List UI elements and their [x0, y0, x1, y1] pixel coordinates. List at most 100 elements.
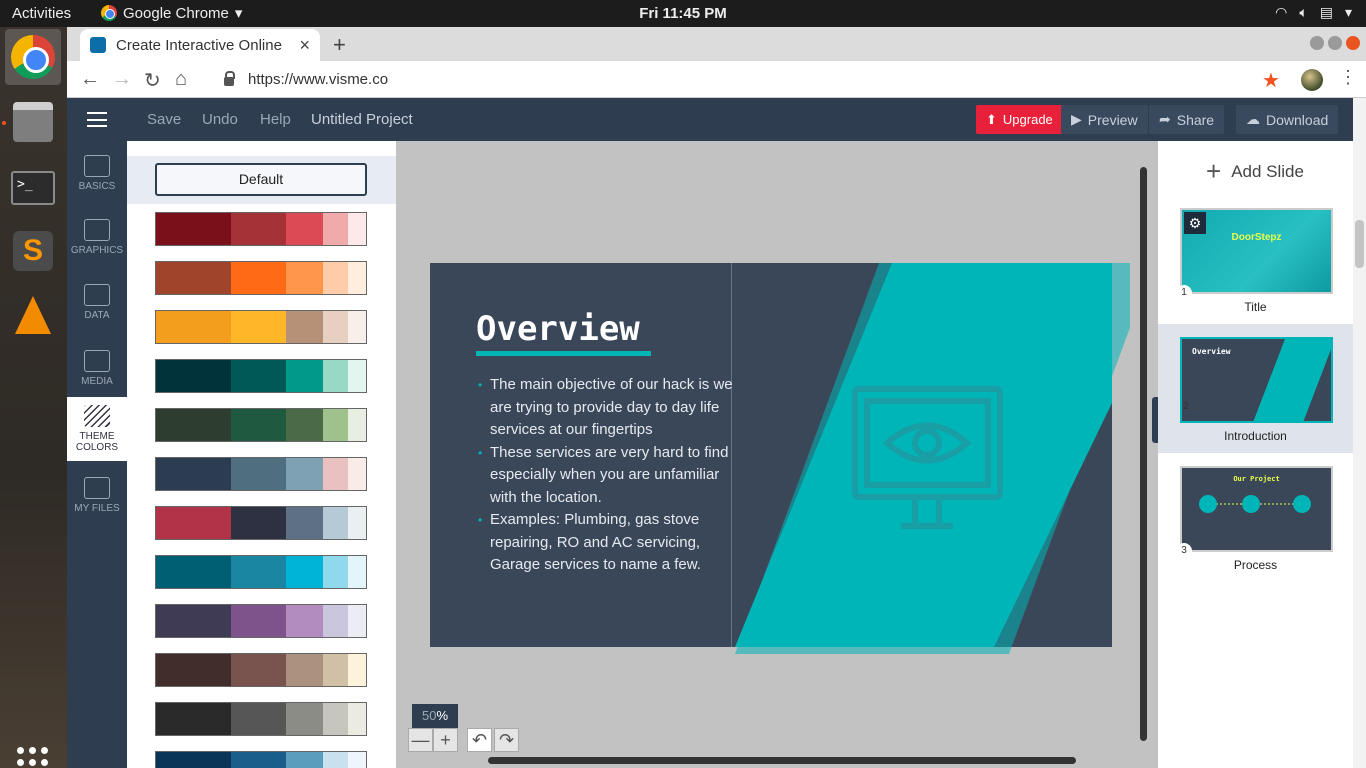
palette-row[interactable]: [155, 359, 367, 393]
color-swatch: [323, 507, 349, 539]
color-swatch: [348, 654, 366, 686]
color-swatch: [323, 556, 349, 588]
system-tray[interactable]: ◠ 🔈︎ ▤ ▾: [1275, 4, 1352, 21]
palette-row[interactable]: [155, 408, 367, 442]
chrome-menu-icon[interactable]: ⋮: [1339, 67, 1357, 88]
palette-row[interactable]: [155, 702, 367, 736]
color-swatch: [348, 507, 366, 539]
clock[interactable]: Fri 11:45 PM: [0, 5, 1366, 22]
help-button[interactable]: Help: [260, 111, 291, 128]
scrollbar-thumb[interactable]: [1355, 220, 1364, 268]
nav-media[interactable]: MEDIA: [67, 340, 127, 404]
nav-graphics[interactable]: GRAPHICS: [67, 209, 127, 273]
slide-label: Process: [1233, 558, 1278, 572]
palette-row[interactable]: [155, 604, 367, 638]
browser-tab[interactable]: Create Interactive Online ×: [80, 29, 320, 61]
nav-theme-colors[interactable]: THEME COLORS: [67, 397, 127, 461]
nav-data[interactable]: DATA: [67, 274, 127, 338]
color-swatch: [231, 654, 286, 686]
dock-chrome[interactable]: [5, 29, 61, 85]
slide-title[interactable]: Overview: [476, 309, 640, 349]
project-title[interactable]: Untitled Project: [311, 111, 413, 128]
minimize-button[interactable]: [1310, 36, 1324, 50]
color-swatch: [285, 409, 324, 441]
reload-button[interactable]: ↻: [144, 68, 161, 93]
nav-my-files[interactable]: MY FILES: [67, 467, 127, 531]
color-swatch: [323, 654, 349, 686]
share-button[interactable]: ➦ Share: [1149, 105, 1225, 134]
palette-row[interactable]: [155, 653, 367, 687]
undo-button[interactable]: Undo: [202, 111, 238, 128]
default-palette-button[interactable]: Default: [155, 163, 367, 196]
dock-vlc[interactable]: [5, 287, 61, 343]
hamburger-menu-icon[interactable]: [87, 112, 107, 127]
palette-row[interactable]: [155, 457, 367, 491]
preview-button[interactable]: ▶ Preview: [1061, 105, 1148, 134]
vlc-icon: [15, 296, 51, 334]
slide-bullet-list[interactable]: The main objective of our hack is we are…: [476, 374, 736, 577]
palette-row[interactable]: [155, 212, 367, 246]
bullet-item: The main objective of our hack is we are…: [476, 374, 736, 442]
nav-data-label: DATA: [84, 310, 110, 321]
zoom-in-button[interactable]: +: [433, 728, 458, 752]
url-field[interactable]: https://www.visme.co: [212, 66, 1292, 93]
page-scrollbar[interactable]: [1353, 98, 1366, 768]
color-swatch: [156, 605, 232, 637]
thumbnail-graphics: [1199, 495, 1311, 513]
palette-row[interactable]: [155, 555, 367, 589]
color-swatch: [156, 703, 232, 735]
show-applications-icon[interactable]: [17, 747, 49, 768]
color-swatch: [323, 752, 349, 768]
canvas-vertical-scrollbar[interactable]: [1140, 167, 1147, 741]
slide-thumbnail-3[interactable]: Our Project 3 Process: [1158, 453, 1353, 582]
nav-graphics-label: GRAPHICS: [70, 245, 124, 256]
color-swatch: [285, 360, 324, 392]
new-tab-button[interactable]: +: [333, 32, 346, 58]
color-swatch: [156, 507, 232, 539]
slide-label: Introduction: [1224, 429, 1287, 443]
zoom-out-button[interactable]: —: [408, 728, 433, 752]
color-swatch: [348, 556, 366, 588]
gear-icon[interactable]: ⚙: [1184, 212, 1206, 234]
profile-avatar[interactable]: [1301, 69, 1323, 91]
palette-row[interactable]: [155, 261, 367, 295]
bookmark-star-icon[interactable]: ★: [1262, 68, 1280, 93]
color-swatch: [323, 311, 349, 343]
color-swatch: [285, 262, 324, 294]
files-icon: [13, 102, 53, 142]
save-button[interactable]: Save: [147, 111, 181, 128]
close-tab-icon[interactable]: ×: [299, 35, 310, 56]
download-button[interactable]: ☁ Download: [1236, 105, 1339, 134]
thumbnail-image: ⚙ DoorStepz: [1180, 208, 1333, 294]
slide-thumbnail-2[interactable]: Overview 2 Introduction: [1158, 324, 1353, 453]
forward-button[interactable]: →: [112, 68, 132, 91]
color-swatch: [348, 703, 366, 735]
palette-row[interactable]: [155, 506, 367, 540]
zoom-level[interactable]: 50%: [412, 704, 458, 728]
slide-number: 2: [1183, 401, 1189, 412]
color-swatch: [231, 262, 286, 294]
close-window-button[interactable]: [1346, 36, 1360, 50]
redo-rotate-icon[interactable]: ↷: [494, 728, 519, 752]
theme-colors-panel: Default: [127, 141, 396, 768]
undo-rotate-icon[interactable]: ↶: [467, 728, 492, 752]
add-slide-button[interactable]: + Add Slide: [1206, 156, 1304, 187]
slide-thumbnail-1[interactable]: ⚙ DoorStepz 1 Title: [1158, 195, 1353, 324]
color-swatch: [156, 262, 232, 294]
palette-row[interactable]: [155, 310, 367, 344]
color-swatch: [285, 752, 324, 768]
system-top-bar: Activities Google Chrome ▾ Fri 11:45 PM …: [0, 0, 1366, 27]
dock-sublime[interactable]: S: [5, 223, 61, 279]
palette-row[interactable]: [155, 751, 367, 768]
slide-canvas[interactable]: Overview The main objective of our hack …: [430, 263, 1130, 654]
back-button[interactable]: ←: [80, 68, 100, 91]
upgrade-button[interactable]: ⬆ Upgrade: [976, 105, 1063, 134]
tab-title: Create Interactive Online: [116, 36, 282, 54]
canvas-horizontal-scrollbar[interactable]: [488, 757, 1076, 764]
editor-header: Save Undo Help Untitled Project ⬆ Upgrade…: [67, 98, 1353, 141]
nav-basics[interactable]: BASICS: [67, 145, 127, 209]
dock-files[interactable]: [5, 94, 61, 150]
dock-terminal[interactable]: >_: [5, 160, 61, 216]
home-button[interactable]: ⌂: [175, 68, 187, 91]
maximize-button[interactable]: [1328, 36, 1342, 50]
